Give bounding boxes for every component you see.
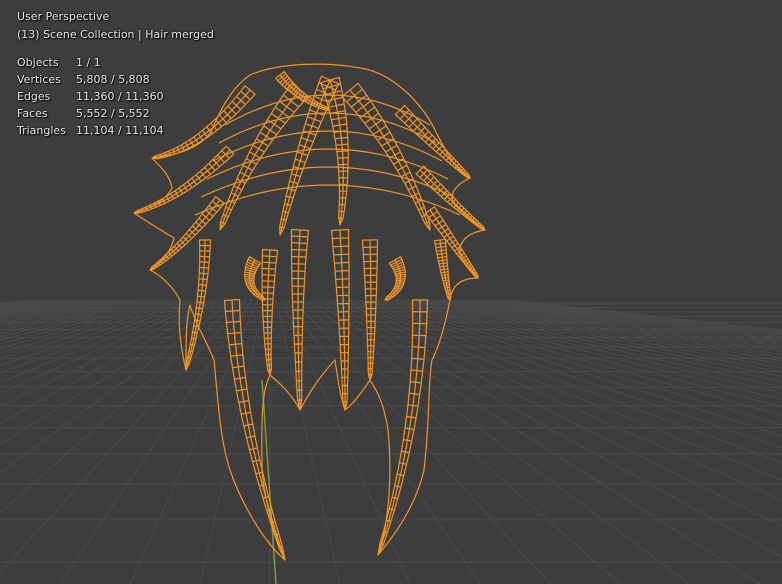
stat-label: Objects — [17, 56, 59, 69]
grid-line — [0, 299, 91, 314]
stat-row-triangles: Triangles 11,104 / 11,104 — [17, 122, 214, 139]
mesh-edge — [279, 79, 331, 236]
grid-line — [0, 299, 217, 408]
grid-line — [281, 299, 411, 584]
mesh-edge — [206, 148, 449, 180]
mesh-edge — [194, 184, 461, 216]
stat-label: Edges — [17, 90, 51, 103]
viewport-info-overlay: User Perspective (13) Scene Collection |… — [17, 8, 214, 139]
grid-line — [0, 299, 211, 394]
stat-row-objects: Objects 1 / 1 — [17, 54, 214, 71]
grid-line — [461, 299, 782, 345]
grid-line — [359, 299, 782, 426]
grid-line — [0, 299, 223, 424]
stat-value: 11,360 / 11,360 — [76, 90, 164, 103]
stat-value: 5,808 / 5,808 — [76, 73, 150, 86]
grid-line — [0, 299, 55, 308]
stat-value: 5,552 / 5,552 — [76, 107, 150, 120]
grid-line — [0, 299, 67, 310]
grid-line — [0, 299, 151, 334]
3d-viewport[interactable]: User Perspective (13) Scene Collection |… — [0, 0, 782, 584]
statistics-panel: Objects 1 / 1 Vertices 5,808 / 5,808 Edg… — [17, 54, 214, 139]
grid-line — [305, 299, 691, 584]
hair-strand — [341, 82, 431, 231]
grid-line — [0, 299, 205, 383]
mesh-edge — [218, 112, 437, 144]
mesh-edge — [200, 166, 455, 198]
grid-line — [0, 299, 49, 307]
collection-label: (13) Scene Collection | Hair merged — [17, 28, 214, 41]
grid-line — [425, 299, 782, 362]
grid-line — [275, 299, 341, 584]
stat-label: Faces — [17, 107, 48, 120]
mesh-edge — [399, 109, 471, 179]
grid-line — [449, 299, 782, 350]
grid-line — [199, 299, 265, 584]
grid-line — [323, 299, 782, 527]
stat-label: Triangles — [17, 124, 66, 137]
grid-line — [0, 299, 157, 337]
grid-line — [0, 299, 109, 319]
grid-line — [293, 299, 551, 584]
grid-line — [0, 299, 175, 349]
grid-line — [431, 299, 782, 359]
grid-line — [0, 299, 121, 322]
stat-value: 1 / 1 — [76, 56, 101, 69]
hair-strand — [219, 82, 309, 231]
y-axis-line — [261, 379, 277, 584]
grid-line — [129, 299, 259, 584]
floor-grid — [0, 299, 782, 584]
stat-value: 11,104 / 11,104 — [76, 124, 164, 137]
hair-strand — [223, 299, 286, 561]
stat-label: Vertices — [17, 73, 61, 86]
grid-line — [329, 299, 782, 502]
stat-row-faces: Faces 5,552 / 5,552 — [17, 105, 214, 122]
stat-row-vertices: Vertices 5,808 / 5,808 — [17, 71, 214, 88]
grid-line — [0, 299, 163, 341]
grid-line — [0, 299, 115, 320]
view-name-label: User Perspective — [17, 10, 110, 23]
stat-row-edges: Edges 11,360 / 11,360 — [17, 88, 214, 105]
grid-line — [0, 299, 181, 354]
grid-line — [341, 299, 782, 464]
